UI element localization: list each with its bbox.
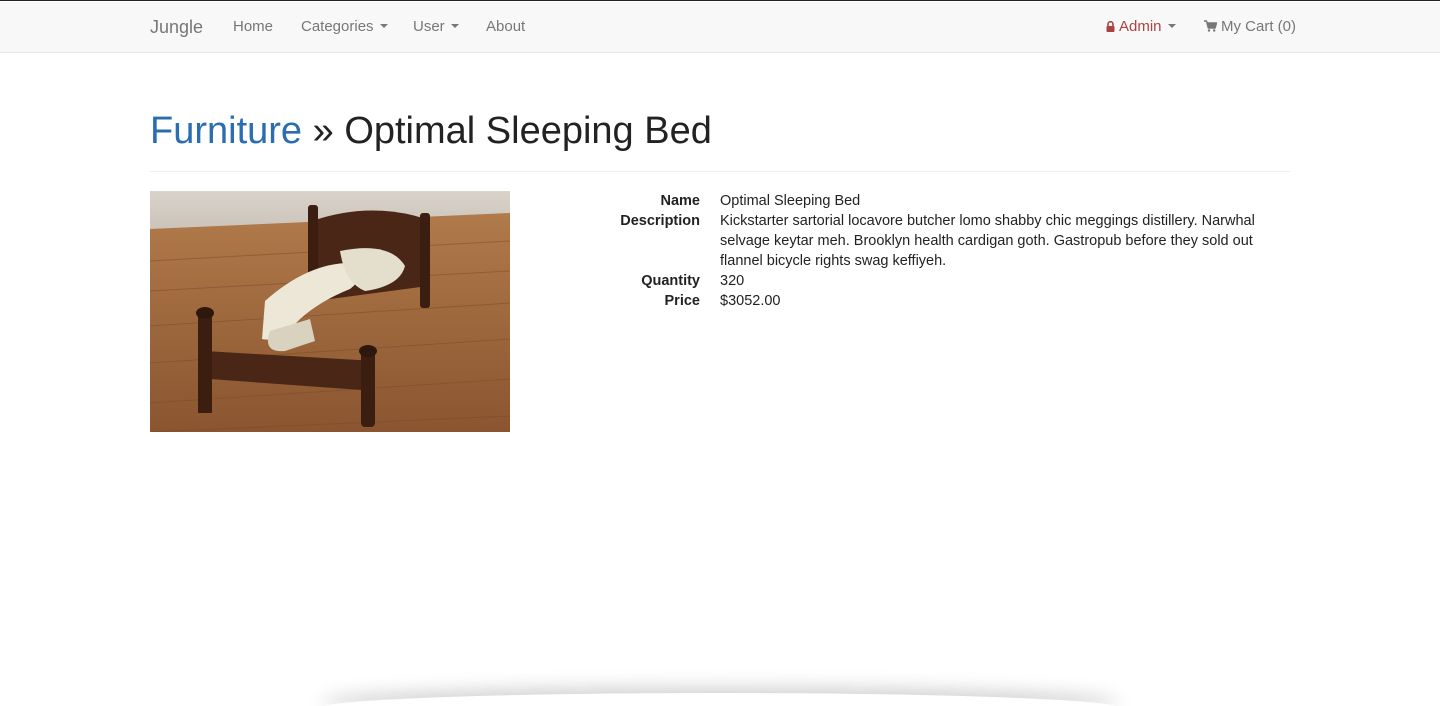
nav-admin-label: Admin — [1119, 18, 1162, 35]
nav-cart-label: My Cart (0) — [1221, 18, 1296, 35]
name-label: Name — [660, 193, 701, 209]
detail-row-name: Name Optimal Sleeping Bed — [570, 191, 1290, 211]
nav-home-link[interactable]: Home — [233, 17, 273, 37]
bed-photo-illustration — [150, 191, 510, 432]
brand-link[interactable]: Jungle — [150, 16, 203, 38]
name-value: Optimal Sleeping Bed — [720, 193, 861, 209]
page-title: Furniture » Optimal Sleeping Bed — [150, 109, 1290, 153]
chevron-down-icon — [379, 24, 388, 29]
product-image — [150, 191, 510, 432]
top-navbar: Jungle Home Categories User About Admin — [0, 2, 1440, 53]
browser-viewport: Jungle Home Categories User About Admin — [0, 0, 1440, 706]
detail-row-quantity: Quantity 320 — [570, 271, 1290, 291]
product-title: Optimal Sleeping Bed — [344, 110, 712, 152]
product-details: Name Optimal Sleeping Bed Description Ki… — [570, 191, 1290, 311]
lock-icon — [1106, 21, 1115, 32]
breadcrumb-separator: » — [302, 110, 345, 152]
nav-about-link[interactable]: About — [486, 17, 525, 37]
shopping-cart-icon — [1204, 20, 1217, 32]
quantity-label: Quantity — [641, 273, 700, 289]
nav-admin-dropdown[interactable]: Admin — [1106, 17, 1176, 37]
bottom-shadow-decoration — [320, 693, 1120, 706]
description-label: Description — [620, 213, 700, 229]
nav-cart-link[interactable]: My Cart (0) — [1204, 17, 1296, 37]
chevron-down-icon — [1167, 24, 1176, 29]
nav-user-dropdown[interactable]: User — [413, 17, 459, 37]
page-header: Furniture » Optimal Sleeping Bed — [150, 109, 1290, 172]
quantity-value: 320 — [720, 273, 745, 289]
chevron-down-icon — [450, 24, 459, 29]
description-value: Kickstarter sartorial locavore butcher l… — [720, 213, 1255, 269]
nav-user-label: User — [413, 18, 445, 35]
navbar-container: Jungle Home Categories User About Admin — [150, 2, 1296, 52]
detail-row-description: Description Kickstarter sartorial locavo… — [570, 211, 1290, 271]
nav-categories-dropdown[interactable]: Categories — [301, 17, 388, 37]
nav-categories-label: Categories — [301, 18, 374, 35]
detail-row-price: Price $3052.00 — [570, 291, 1290, 311]
price-value: $3052.00 — [720, 293, 781, 309]
category-breadcrumb-link[interactable]: Furniture — [150, 110, 302, 152]
price-label: Price — [664, 293, 700, 309]
